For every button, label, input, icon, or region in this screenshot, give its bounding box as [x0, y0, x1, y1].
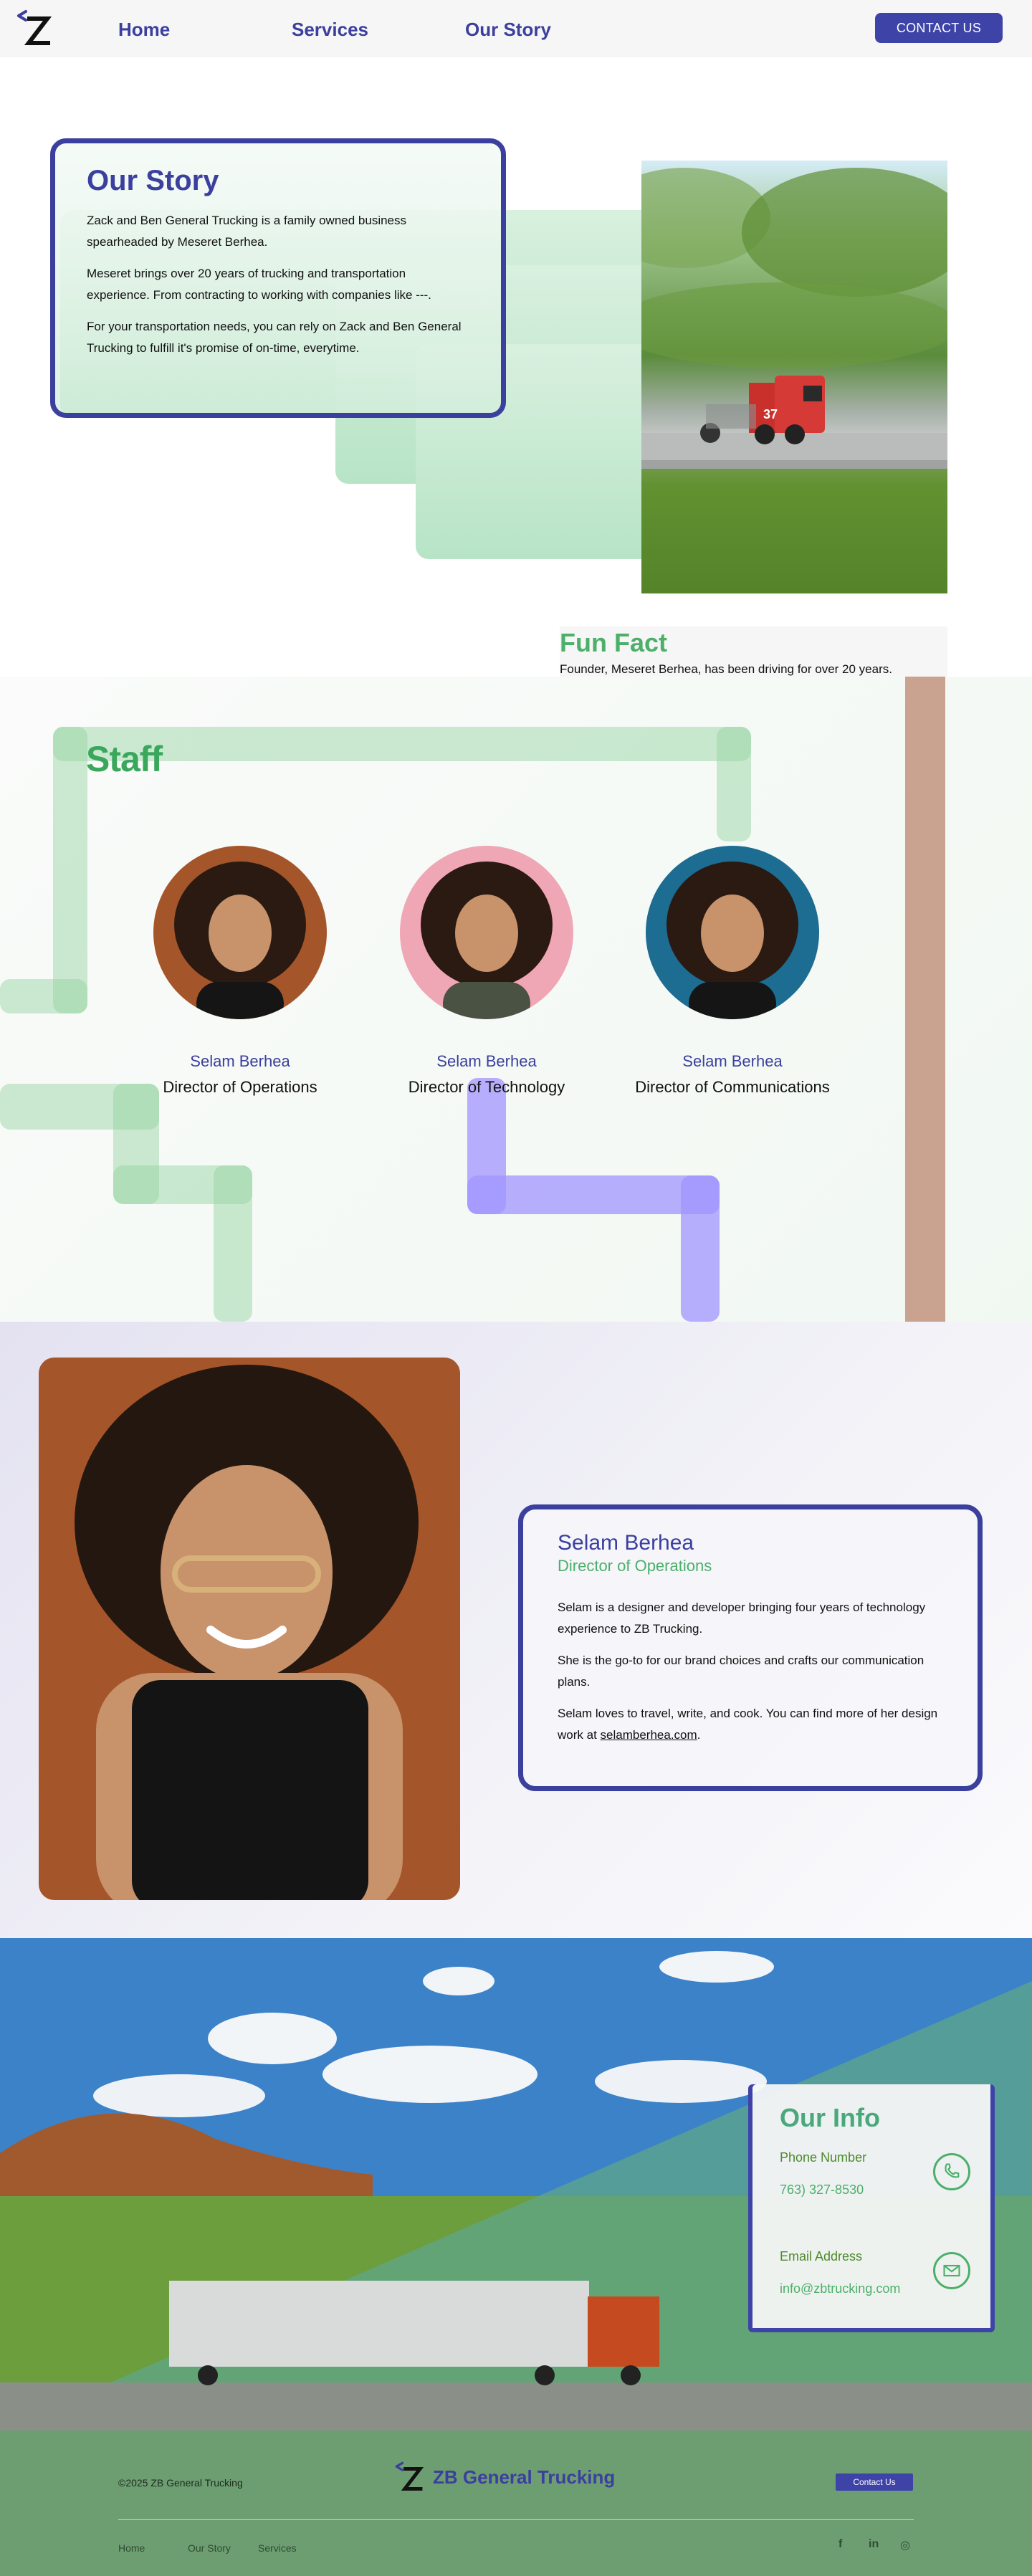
phone-value[interactable]: 763) 327-8530 [780, 2183, 963, 2198]
staff-name: Selam Berhea [682, 1052, 783, 1070]
decorative-path [717, 727, 751, 841]
site-footer: ©2025 ZB General Trucking ZB General Tru… [0, 2430, 1032, 2576]
avatar [400, 846, 573, 1019]
staff-card[interactable]: Selam Berhea Director of Communications [632, 846, 833, 1097]
staff-section: Staff Selam Berhea Director of Operation… [0, 677, 1032, 1322]
staff-role: Director of Communications [635, 1078, 830, 1096]
facebook-icon[interactable]: f [838, 2538, 842, 2551]
copyright-text: ©2025 ZB General Trucking [118, 2477, 243, 2489]
our-info-title: Our Info [780, 2103, 880, 2132]
fun-fact-title: Fun Fact [560, 628, 667, 657]
person-icon [421, 862, 553, 1019]
staff-name: Selam Berhea [436, 1052, 537, 1070]
nav-services[interactable]: Services [292, 19, 368, 41]
footer-link-home[interactable]: Home [118, 2542, 145, 2554]
staff-title: Staff [86, 739, 163, 779]
footer-contact-button[interactable]: Contact Us [836, 2474, 913, 2491]
profile-paragraph: She is the go-to for our brand choices a… [558, 1654, 924, 1689]
person-icon [666, 862, 798, 1019]
linkedin-icon[interactable]: in [869, 2538, 879, 2551]
staff-role: Director of Operations [163, 1078, 317, 1096]
mail-icon[interactable] [933, 2252, 970, 2289]
decorative-path [681, 1175, 720, 1322]
decorative-path [53, 727, 87, 1013]
site-header: Home Services Our Story CONTACT US [0, 0, 1032, 57]
zb-logo-icon[interactable] [16, 9, 56, 49]
person-icon [174, 862, 306, 1019]
zb-logo-icon [395, 2461, 424, 2491]
story-paragraph: Meseret brings over 20 years of trucking… [87, 267, 431, 302]
nav-home[interactable]: Home [118, 19, 170, 41]
fun-fact-text: Founder, Meseret Berhea, has been drivin… [560, 662, 892, 676]
email-row: Email Address info@zbtrucking.com [780, 2249, 970, 2345]
phone-row: Phone Number 763) 327-8530 [780, 2150, 970, 2246]
our-info-card: Our Info Phone Number 763) 327-8530 Emai… [752, 2084, 995, 2332]
nav-our-story[interactable]: Our Story [465, 19, 551, 41]
footer-logo-text: ZB General Trucking [433, 2466, 616, 2488]
avatar [646, 846, 819, 1019]
staff-profile-section: Selam Berhea Director of Operations Sela… [0, 1322, 1032, 1938]
footer-divider [118, 2519, 914, 2520]
staff-card[interactable]: Selam Berhea Director of Technology [386, 846, 587, 1097]
story-paragraph: For your transportation needs, you can r… [87, 320, 462, 355]
story-paragraph: Zack and Ben General Trucking is a famil… [87, 214, 407, 249]
staff-role: Director of Technology [408, 1078, 565, 1096]
profile-portrait [39, 1358, 460, 1900]
profile-card: Selam Berhea Director of Operations Sela… [518, 1504, 983, 1791]
svg-text:37: 37 [763, 407, 778, 421]
profile-name: Selam Berhea [558, 1531, 694, 1555]
footer-logo[interactable]: ZB General Trucking [394, 2461, 615, 2494]
email-value[interactable]: info@zbtrucking.com [780, 2281, 963, 2296]
profile-paragraph: Selam loves to travel, write, and cook. … [558, 1707, 938, 1742]
contact-us-button[interactable]: CONTACT US [875, 13, 1003, 43]
profile-paragraph: Selam is a designer and developer bringi… [558, 1601, 926, 1636]
our-story-section: 37 Our Story Zack and Ben General Trucki… [0, 57, 1032, 705]
footer-link-services[interactable]: Services [258, 2542, 297, 2554]
contact-info-section: Our Info Phone Number 763) 327-8530 Emai… [0, 1938, 1032, 2430]
portfolio-link[interactable]: selamberhea.com [601, 1728, 697, 1742]
instagram-icon[interactable]: ◎ [900, 2538, 910, 2552]
our-story-card: Our Story Zack and Ben General Trucking … [50, 138, 506, 418]
person-icon [75, 1365, 419, 1900]
decorative-path [214, 1165, 252, 1322]
staff-name: Selam Berhea [190, 1052, 290, 1070]
our-story-title: Our Story [87, 165, 219, 196]
footer-link-our-story[interactable]: Our Story [188, 2542, 231, 2554]
truck-photo: 37 [641, 161, 947, 593]
decorative-stripe [905, 677, 945, 1322]
avatar [153, 846, 327, 1019]
profile-role: Director of Operations [558, 1557, 712, 1575]
phone-icon[interactable] [933, 2153, 970, 2190]
staff-card[interactable]: Selam Berhea Director of Operations [140, 846, 340, 1097]
